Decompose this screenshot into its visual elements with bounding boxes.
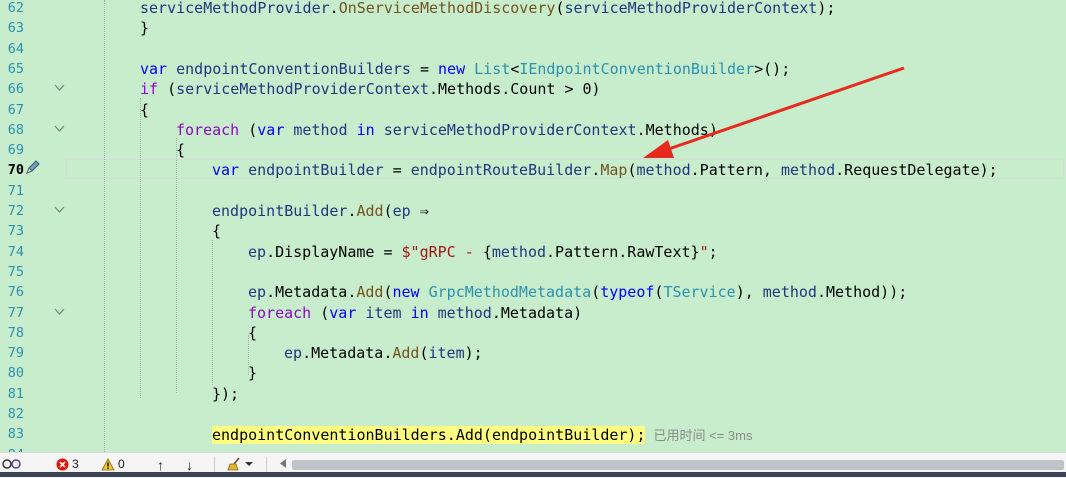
bottom-edge-bar — [0, 472, 1066, 477]
previous-issue-button[interactable]: ↑ — [157, 457, 164, 473]
warning-count: 0 — [118, 457, 125, 471]
status-divider — [214, 457, 215, 473]
ai-assist-icon[interactable] — [2, 457, 24, 471]
error-count: 3 — [72, 457, 79, 471]
warning-indicator[interactable]: 0 — [101, 457, 125, 471]
code-cleanup-button[interactable] — [227, 457, 253, 471]
up-arrow-icon: ↑ — [157, 457, 164, 473]
annotation-arrow — [643, 66, 905, 158]
warning-icon — [101, 457, 115, 470]
chevron-down-icon — [245, 462, 253, 466]
error-icon — [56, 458, 69, 470]
down-arrow-icon: ↓ — [186, 457, 193, 473]
horizontal-scrollbar[interactable] — [292, 460, 1064, 470]
broom-icon — [227, 457, 240, 471]
code-editor[interactable]: 62 serviceMethodProvider.OnServiceMethodD… — [0, 0, 1066, 452]
status-divider — [266, 457, 267, 473]
next-issue-button[interactable]: ↓ — [186, 457, 193, 473]
scroll-left-icon[interactable] — [280, 459, 286, 471]
error-indicator[interactable]: 3 — [56, 457, 79, 471]
